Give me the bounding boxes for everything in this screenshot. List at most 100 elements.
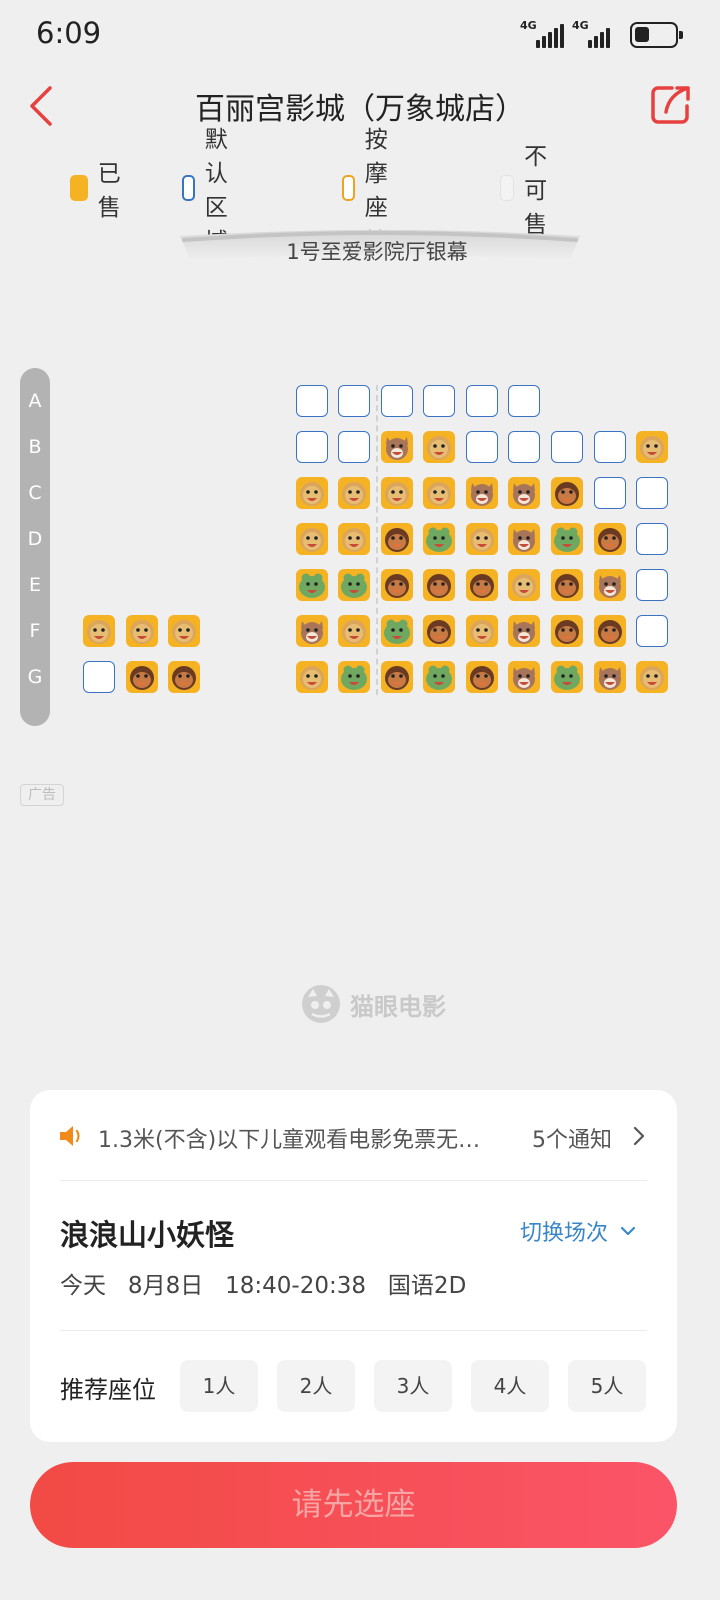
sold-seat-wolf-icon [508,615,540,647]
available-seat[interactable] [338,431,370,463]
sold-seat-lion-icon [381,477,413,509]
sold-seat-wolf-icon [296,615,328,647]
available-seat[interactable] [466,385,498,417]
available-seat[interactable] [551,431,583,463]
sold-seat-wolf-icon [594,569,626,601]
notice-bar[interactable]: 1.3米(不含)以下儿童观看电影免票无… 5个通知 [58,1120,650,1154]
select-seat-button[interactable]: 请先选座 [30,1462,677,1548]
available-seat[interactable] [296,431,328,463]
maoyan-watermark: 猫眼电影 [300,983,446,1025]
available-seat[interactable] [466,431,498,463]
sold-seat-frog-icon [551,661,583,693]
sold-seat-frog-icon [423,661,455,693]
row-label: D [27,528,43,550]
status-time: 6:09 [36,16,102,50]
legend-sold: 已售 [70,161,129,221]
available-seat[interactable] [338,385,370,417]
sold-seat-lion-icon [296,661,328,693]
sold-seat-monkey-icon [381,523,413,555]
legend-massage-seat: 按摩座椅 [342,127,401,255]
sold-seat-wolf-icon [508,523,540,555]
sold-seat-monkey-icon [381,661,413,693]
status-bar: 6:09 4G 4G [0,0,720,70]
sold-seat-monkey-icon [594,523,626,555]
share-button[interactable] [650,84,692,126]
notice-count: 5个通知 [532,1128,612,1153]
row-label: F [29,620,41,642]
sold-seat-monkey-icon [381,569,413,601]
available-seat[interactable] [594,477,626,509]
sold-seat-lion-icon [338,477,370,509]
available-seat[interactable] [636,477,668,509]
sold-seat-lion-icon [338,523,370,555]
available-seat[interactable] [83,661,115,693]
sold-seat-frog-icon [381,615,413,647]
sold-seat-lion-icon [423,477,455,509]
chevron-right-icon [633,1126,645,1146]
sold-seat-lion-icon [466,523,498,555]
sold-seat-lion-icon [296,523,328,555]
available-seat[interactable] [423,385,455,417]
available-seat[interactable] [381,385,413,417]
back-button[interactable] [22,82,70,130]
sold-seat-monkey-icon [551,477,583,509]
sold-seat-lion-icon [466,615,498,647]
sold-seat-icon [70,175,88,201]
available-seat-icon [182,175,195,201]
unavailable-seat-icon [500,175,515,201]
row-label: C [28,482,42,504]
available-seat[interactable] [508,431,540,463]
signal-icon: 4G [520,20,566,48]
chevron-down-icon [620,1226,636,1236]
recommend-5-person-button[interactable]: 5人 [568,1360,646,1412]
recommend-4-person-button[interactable]: 4人 [471,1360,549,1412]
recommend-3-person-button[interactable]: 3人 [374,1360,452,1412]
sold-seat-lion-icon [636,661,668,693]
sold-seat-lion-icon [126,615,158,647]
row-label: A [28,390,42,412]
center-line [376,385,378,695]
sold-seat-wolf-icon [466,477,498,509]
available-seat[interactable] [636,615,668,647]
row-label: B [28,436,42,458]
recommend-2-person-button[interactable]: 2人 [277,1360,355,1412]
showtime-info: 今天 8月8日 18:40-20:38 国语2D [60,1273,467,1299]
signal-icon-2: 4G [572,20,618,48]
recommend-1-person-button[interactable]: 1人 [180,1360,258,1412]
available-seat[interactable] [594,431,626,463]
sold-seat-frog-icon [423,523,455,555]
row-label: E [28,574,41,596]
sold-seat-lion-icon [636,431,668,463]
sold-seat-lion-icon [296,477,328,509]
legend-default-area: 默认区域 [182,127,241,255]
sold-seat-lion-icon [508,569,540,601]
available-seat[interactable] [508,385,540,417]
page-title: 百丽宫影城（万象城店） [195,92,525,127]
switch-showtime-button[interactable]: 切换场次 [520,1214,636,1248]
row-label: G [27,666,43,688]
sold-seat-monkey-icon [551,569,583,601]
sold-seat-frog-icon [296,569,328,601]
share-icon [651,86,690,124]
sold-seat-lion-icon [168,615,200,647]
available-seat[interactable] [296,385,328,417]
sold-seat-lion-icon [83,615,115,647]
sold-seat-frog-icon [338,661,370,693]
ad-label: 广告 [20,784,64,806]
available-seat[interactable] [636,569,668,601]
sold-seat-lion-icon [423,431,455,463]
sold-seat-wolf-icon [508,477,540,509]
legend-unavailable: 不可售 [500,144,559,238]
sold-seat-frog-icon [338,569,370,601]
sold-seat-wolf-icon [594,661,626,693]
sold-seat-monkey-icon [551,615,583,647]
available-seat[interactable] [636,523,668,555]
notice-text: 1.3米(不含)以下儿童观看电影免票无… [98,1128,481,1153]
sold-seat-monkey-icon [168,661,200,693]
divider [60,1180,647,1181]
movie-title: 浪浪山小妖怪 [60,1218,235,1252]
speaker-icon [60,1126,80,1146]
sold-seat-lion-icon [338,615,370,647]
divider [60,1330,647,1331]
back-arrow-icon [30,86,52,126]
